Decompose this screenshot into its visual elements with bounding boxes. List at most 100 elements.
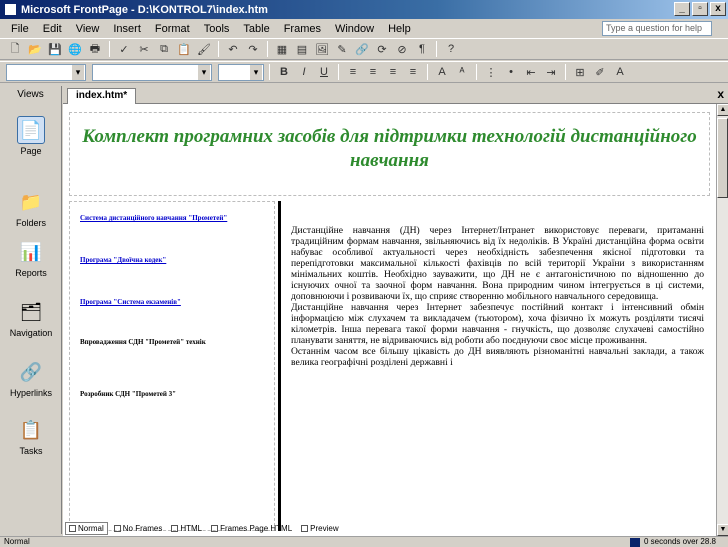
title-bar: Microsoft FrontPage - D:\KONTROL7\index.… [0,0,728,19]
frame-divider[interactable] [278,201,281,531]
menu-help[interactable]: Help [381,23,418,35]
menu-insert[interactable]: Insert [106,23,148,35]
paste-icon[interactable]: 📋 [175,41,193,57]
formatting-toolbar: B I U ≡ ≡ ≡ ≡ A ᴬ ⋮ • ⇤ ⇥ ⊞ ✐ A [0,61,728,83]
window-title: Microsoft FrontPage - D:\KONTROL7\index.… [21,3,268,16]
insert-picture-icon[interactable]: 🖼 [313,41,331,57]
menu-edit[interactable]: Edit [36,23,69,35]
preview-view-icon [301,525,309,532]
refresh-icon[interactable]: ⟳ [373,41,391,57]
maximize-button[interactable]: ▫ [692,2,708,16]
menu-view[interactable]: View [69,23,107,35]
undo-icon[interactable]: ↶ [224,41,242,57]
menu-window[interactable]: Window [328,23,381,35]
scroll-up-arrow-icon[interactable]: ▲ [717,104,728,116]
view-page[interactable]: 📄 Page [0,116,62,156]
format-painter-icon[interactable]: 🖌 [195,41,213,57]
publish-icon[interactable]: 🌐 [66,41,84,57]
copy-icon[interactable]: ⧉ [155,41,173,57]
hyperlink-icon[interactable]: 🔗 [353,41,371,57]
view-tasks[interactable]: 📋 Tasks [0,416,62,457]
style-combo[interactable] [6,63,86,81]
numbering-icon[interactable]: ⋮ [482,64,500,80]
toolbar-separator [338,64,339,80]
toolbar-separator [269,64,270,80]
main-paragraph: Дистанційне навчання через Інтернет забе… [291,302,704,346]
minimize-button[interactable]: _ [674,2,690,16]
tab-html[interactable]: HTML [168,522,205,535]
font-combo[interactable] [92,63,212,81]
main-content-frame: Дистанційне навчання (ДН) через Інтернет… [285,201,710,531]
toolbar-separator [109,41,110,57]
view-hyperlinks[interactable]: 🔗 Hyperlinks [0,358,62,399]
document-tab[interactable]: index.htm* [67,88,137,104]
menu-table[interactable]: Table [236,23,276,35]
show-all-icon[interactable]: ¶ [413,41,431,57]
font-size-combo[interactable] [218,63,264,81]
tab-preview[interactable]: Preview [298,522,341,535]
status-left-text: Normal [4,537,30,546]
increase-font-icon[interactable]: A [433,64,451,80]
stop-icon[interactable]: ⊘ [393,41,411,57]
view-folders[interactable]: 📁 Folders [0,188,62,229]
menu-tools[interactable]: Tools [197,23,237,35]
tab-normal-label: Normal [78,524,104,533]
link-exam-program[interactable]: Програма "Система екзаменів" [80,296,264,308]
menu-format[interactable]: Format [148,23,197,35]
page-editor[interactable]: Комплект програмних засобів для підтримк… [63,104,716,536]
save-icon[interactable]: 💾 [46,41,64,57]
view-page-label: Page [20,146,42,156]
view-reports[interactable]: 📊 Reports [0,238,62,279]
view-navigation-label: Navigation [9,328,53,338]
help-icon[interactable]: ? [442,41,460,57]
justify-icon[interactable]: ≡ [404,64,422,80]
new-page-icon[interactable]: 🗋 [6,41,24,57]
highlight-color-icon[interactable]: ✐ [591,64,609,80]
toolbar-separator [218,41,219,57]
close-document-icon[interactable]: x [717,87,724,101]
vertical-scrollbar[interactable]: ▲ ▼ [716,104,728,536]
menu-frames[interactable]: Frames [277,23,328,35]
font-color-icon[interactable]: A [611,64,629,80]
view-navigation[interactable]: 🗂 Navigation [0,298,62,339]
tab-no-frames[interactable]: No Frames [111,522,166,535]
print-icon[interactable]: 🖶 [86,41,104,57]
view-hyperlinks-label: Hyperlinks [9,388,52,398]
left-text-developer: Розробник СДН "Прометей 3" [80,390,177,398]
page-icon: 📄 [17,116,45,144]
italic-icon[interactable]: I [295,64,313,80]
redo-icon[interactable]: ↷ [244,41,262,57]
open-icon[interactable]: 📂 [26,41,44,57]
tab-no-frames-label: No Frames [122,524,163,533]
cut-icon[interactable]: ✂ [135,41,153,57]
decrease-font-icon[interactable]: ᴬ [453,64,471,80]
insert-table-icon[interactable]: ▤ [293,41,311,57]
folders-icon: 📁 [19,191,43,212]
tab-normal[interactable]: Normal [65,522,108,535]
status-right: 0 seconds over 28.8 [629,537,716,547]
underline-icon[interactable]: U [315,64,333,80]
decrease-indent-icon[interactable]: ⇤ [522,64,540,80]
menu-file[interactable]: File [4,23,36,35]
link-prometheus-system[interactable]: Система дистанційного навчання "Прометей… [80,212,264,224]
scroll-thumb[interactable] [717,118,728,198]
bullets-icon[interactable]: • [502,64,520,80]
tab-frames-page-html[interactable]: Frames Page HTML [208,522,295,535]
spelling-icon[interactable]: ✓ [115,41,133,57]
drawing-icon[interactable]: ✎ [333,41,351,57]
align-right-icon[interactable]: ≡ [384,64,402,80]
insert-component-icon[interactable]: ▦ [273,41,291,57]
tab-html-label: HTML [180,524,203,533]
close-button[interactable]: x [710,2,726,16]
help-question-input[interactable]: Type a question for help [602,21,712,36]
align-left-icon[interactable]: ≡ [344,64,362,80]
navigation-icon: 🗂 [19,301,43,322]
borders-icon[interactable]: ⊞ [571,64,589,80]
document-tab-bar: index.htm* x [63,86,728,104]
bold-icon[interactable]: B [275,64,293,80]
align-center-icon[interactable]: ≡ [364,64,382,80]
view-tasks-label: Tasks [19,446,43,456]
increase-indent-icon[interactable]: ⇥ [542,64,560,80]
tab-preview-label: Preview [310,524,339,533]
link-codec-program[interactable]: Програма "Двоїчна кодек" [80,254,264,266]
